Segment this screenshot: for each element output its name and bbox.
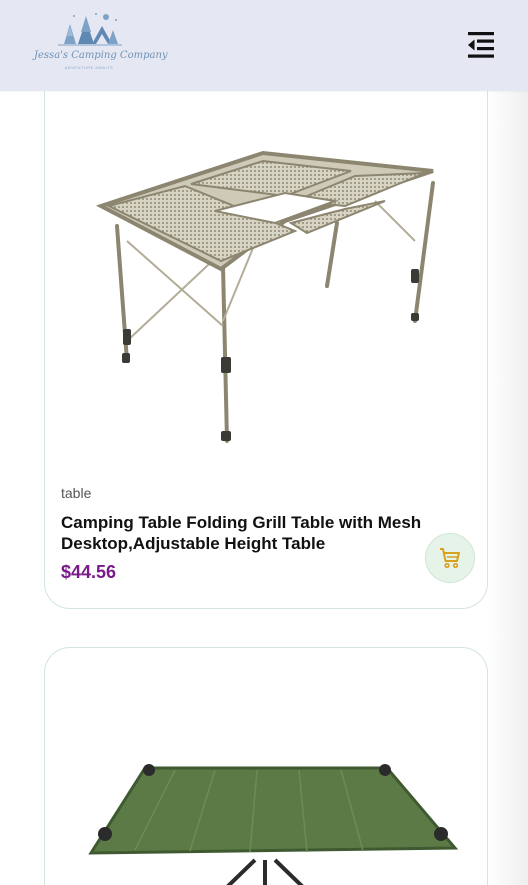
page-edge-shadow: [488, 91, 528, 885]
product-title[interactable]: Camping Table Folding Grill Table with M…: [61, 512, 451, 554]
logo-text: Jessa's Camping Company: [34, 50, 168, 61]
product-card[interactable]: table Camping Table Folding Grill Table …: [44, 40, 488, 609]
green-folding-table-image[interactable]: [45, 648, 488, 885]
add-to-cart-button[interactable]: [425, 533, 475, 583]
folding-grill-table-image[interactable]: [45, 41, 488, 471]
menu-collapse-icon[interactable]: [464, 28, 498, 62]
product-card[interactable]: [44, 647, 488, 885]
site-logo[interactable]: Jessa's Camping Company ADVENTURE AWAITS: [34, 10, 168, 76]
product-price: $44.56: [61, 562, 117, 582]
cart-icon: [440, 548, 460, 569]
product-category: table: [61, 485, 92, 501]
site-header: Jessa's Camping Company ADVENTURE AWAITS: [0, 0, 528, 91]
logo-tent-icon: [58, 13, 122, 46]
logo-subtext: ADVENTURE AWAITS: [64, 65, 114, 70]
